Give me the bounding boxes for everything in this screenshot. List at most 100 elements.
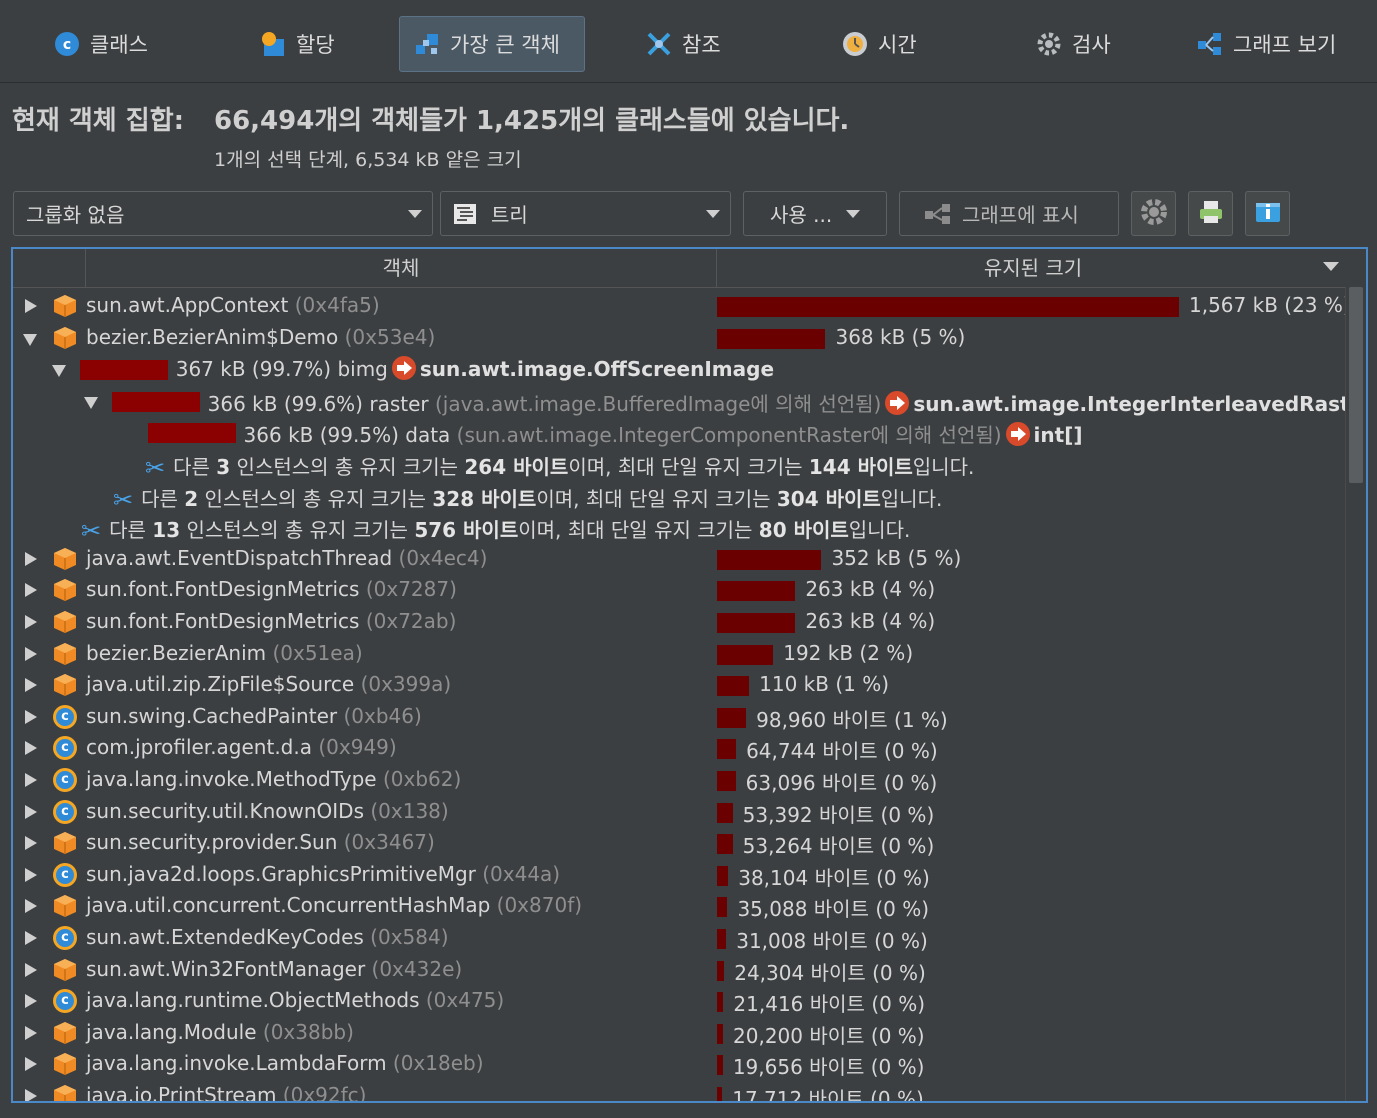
table-row[interactable]: sun.security.provider.Sun (0x3467) 53,264… — [13, 828, 1346, 859]
expand-arrow-icon[interactable] — [25, 583, 37, 598]
tab-references[interactable]: 참조 — [632, 16, 735, 72]
cutoff-text-part: 다른 — [173, 455, 217, 479]
expand-arrow-icon[interactable] — [25, 299, 37, 313]
expand-arrow-icon[interactable] — [25, 899, 37, 914]
expand-arrow-icon[interactable] — [25, 1025, 37, 1040]
expand-arrow-icon[interactable] — [25, 551, 37, 566]
object-name: bezier.BezierAnim$Demo (0x53e4) — [86, 325, 435, 349]
table-row[interactable]: sun.font.FontDesignMetrics (0x72ab) 263 k… — [13, 607, 1346, 638]
object-address: (0xb62) — [382, 767, 462, 791]
vertical-scrollbar[interactable] — [1345, 287, 1366, 1101]
expand-arrow-icon[interactable] — [25, 773, 37, 787]
table-row[interactable]: java.io.PrintStream (0x92fc) 17,712 바이트 (… — [13, 1081, 1346, 1103]
allocation-icon — [260, 31, 286, 57]
object-address: (0x399a) — [360, 672, 452, 697]
references-icon — [646, 31, 672, 57]
cutoff-row: ✂ 다른 3 인스턴스의 총 유지 크기는 264 바이트이며, 최대 단일 유지… — [13, 449, 1346, 482]
expand-arrow-icon[interactable] — [25, 804, 37, 819]
retained-size-bar — [717, 1023, 724, 1044]
table-row[interactable]: sun.awt.AppContext (0x4fa5) 1,567 kB (23 … — [13, 291, 1351, 322]
table-header: 객체 유지된 크기 — [13, 249, 1348, 288]
column-header-object[interactable]: 객체 — [85, 249, 716, 287]
cutoff-max: 144 바이트 — [808, 455, 913, 479]
graph-icon — [1197, 31, 1223, 57]
table-row[interactable]: java.lang.invoke.LambdaForm (0x18eb) 19,6… — [13, 1049, 1346, 1080]
view-mode-dropdown[interactable]: 트리 — [440, 191, 731, 236]
tab-inspections[interactable]: 검사 — [1022, 16, 1125, 72]
collapse-arrow-icon[interactable] — [23, 333, 37, 346]
expand-arrow-icon[interactable] — [25, 1089, 37, 1101]
table-row[interactable]: sun.awt.ExtendedKeyCodes (0x584) 31,008 바… — [13, 923, 1346, 954]
cutoff-count: 2 — [184, 486, 199, 511]
tab-allocations[interactable]: 할당 — [246, 16, 349, 72]
expand-arrow-icon[interactable] — [25, 741, 37, 756]
expand-arrow-icon[interactable] — [25, 678, 37, 693]
expand-arrow-icon[interactable] — [25, 836, 37, 851]
expand-arrow-icon[interactable] — [25, 867, 37, 882]
object-class-name: java.io.PrintStream — [86, 1083, 277, 1103]
cutoff-text: ✂ 다른 3 인스턴스의 총 유지 크기는 264 바이트이며, 최대 단일 유지… — [145, 451, 974, 482]
retained-size-bar — [717, 297, 1179, 317]
table-row[interactable]: java.lang.invoke.MethodType (0xb62) 63,09… — [13, 765, 1346, 796]
expand-arrow-icon[interactable] — [25, 931, 37, 945]
scissors-icon: ✂ — [81, 517, 102, 546]
chevron-down-icon — [408, 210, 422, 218]
expand-arrow-icon[interactable] — [25, 962, 37, 977]
object-class-name: bezier.BezierAnim — [86, 640, 267, 665]
class-instance-icon — [53, 989, 77, 1014]
table-row[interactable]: java.util.concurrent.ConcurrentHashMap (… — [13, 891, 1346, 922]
table-row[interactable]: sun.font.FontDesignMetrics (0x7287) 263 k… — [13, 575, 1346, 606]
table-row[interactable]: sun.java2d.loops.GraphicsPrimitiveMgr (0… — [13, 860, 1346, 891]
tab-time[interactable]: 시간 — [828, 16, 931, 72]
print-icon — [1197, 198, 1225, 230]
tab-classes[interactable]: c 클래스 — [40, 16, 162, 72]
table-row[interactable]: bezier.BezierAnim$Demo (0x53e4) 368 kB (5… — [13, 323, 1346, 354]
time-icon — [842, 31, 868, 57]
reference-size-bar — [148, 423, 236, 444]
table-row[interactable]: sun.awt.Win32FontManager (0x432e) 24,304 … — [13, 955, 1346, 986]
table-row[interactable]: java.util.zip.ZipFile$Source (0x399a) 110… — [13, 670, 1346, 701]
retained-size-bar — [717, 771, 736, 791]
tab-graph[interactable]: 그래프 보기 — [1183, 16, 1350, 72]
print-button[interactable] — [1188, 191, 1233, 236]
expand-arrow-icon[interactable] — [25, 709, 37, 724]
table-row[interactable]: bezier.BezierAnim (0x51ea) 192 kB (2 %) — [13, 639, 1346, 670]
object-address: (0x18eb) — [392, 1051, 484, 1076]
table-row[interactable]: com.jprofiler.agent.d.a (0x949) 64,744 바이… — [13, 733, 1346, 764]
expand-arrow-icon[interactable] — [25, 994, 37, 1009]
object-class-name: java.lang.Module — [86, 1019, 257, 1044]
grouping-dropdown[interactable]: 그룹화 없음 — [13, 191, 433, 236]
retained-size-value: 98,960 바이트 (1 %) — [756, 707, 948, 732]
table-row[interactable]: java.lang.Module (0x38bb) 20,200 바이트 (0 %… — [13, 1018, 1346, 1049]
tab-biggest-objects[interactable]: 가장 큰 객체 — [399, 16, 585, 72]
table-row[interactable]: sun.security.util.KnownOIDs (0x138) 53,39… — [13, 797, 1346, 828]
retained-size-bar — [717, 739, 737, 760]
collapse-arrow-icon[interactable] — [52, 365, 66, 378]
table-row[interactable]: sun.swing.CachedPainter (0xb46) 98,960 바이… — [13, 702, 1346, 733]
object-class-name: java.util.concurrent.ConcurrentHashMap — [86, 893, 491, 918]
expand-arrow-icon[interactable] — [25, 615, 37, 629]
object-class-name: java.lang.invoke.LambdaForm — [86, 1051, 387, 1076]
retained-size-value: 192 kB (2 %) — [783, 640, 914, 665]
info-button[interactable] — [1245, 191, 1290, 236]
use-button[interactable]: 사용 ... — [743, 191, 887, 236]
reference-target-class: sun.awt.image.OffScreenImage — [419, 357, 775, 382]
table-row[interactable]: java.awt.EventDispatchThread (0x4ec4) 352… — [13, 544, 1346, 575]
reference-row[interactable]: 366 kB (99.5%) data (sun.awt.image.Integ… — [13, 417, 1346, 448]
tab-label: 할당 — [296, 33, 335, 57]
expand-arrow-icon[interactable] — [25, 646, 37, 661]
object-address: (0x3467) — [343, 830, 435, 855]
column-header-retained-size[interactable]: 유지된 크기 — [716, 249, 1349, 287]
table-row[interactable]: java.lang.runtime.ObjectMethods (0x475) 2… — [13, 986, 1346, 1017]
collapse-arrow-icon[interactable] — [84, 396, 98, 409]
cutoff-text-part: 인스턴스의 총 유지 크기는 — [198, 486, 433, 511]
reference-row[interactable]: 366 kB (99.6%) raster (java.awt.image.Bu… — [13, 386, 1366, 417]
object-name: sun.font.FontDesignMetrics (0x7287) — [86, 577, 457, 601]
show-in-graph-button[interactable]: 그래프에 표시 — [899, 191, 1119, 236]
expand-arrow-icon[interactable] — [25, 1057, 37, 1072]
retained-size-value: 31,008 바이트 (0 %) — [736, 929, 928, 953]
settings-button[interactable] — [1131, 191, 1176, 236]
scrollbar-thumb[interactable] — [1349, 287, 1363, 483]
reference-row[interactable]: 367 kB (99.7%) bimg sun.awt.image.OffScre… — [13, 354, 1346, 385]
reference-declared-by: (sun.awt.image.IntegerComponentRaster에 의… — [456, 423, 1002, 448]
